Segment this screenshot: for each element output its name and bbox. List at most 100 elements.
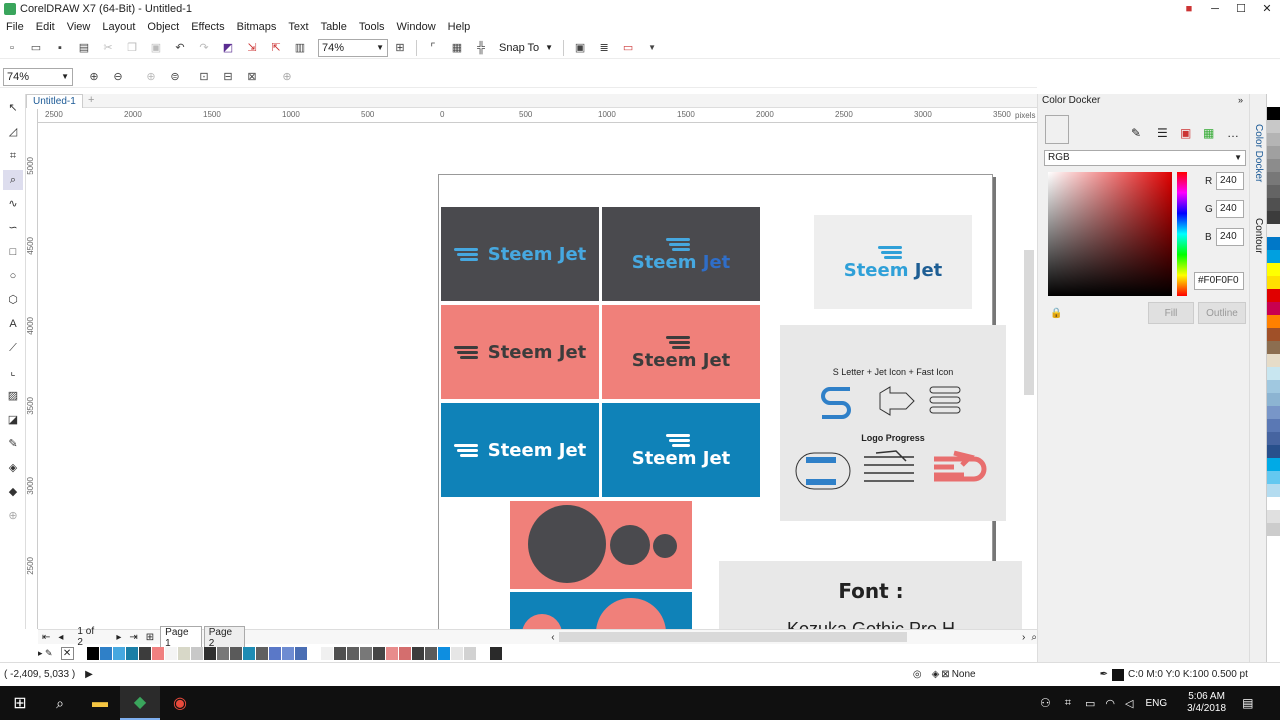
add-page-icon[interactable]: ⊞ [142, 632, 158, 643]
minimize-button[interactable]: ─ [1202, 0, 1228, 18]
file-explorer-icon[interactable]: ▬ [80, 686, 120, 720]
docker-expand-icon[interactable]: » [1238, 95, 1243, 105]
windows-start-icon[interactable]: ⊞ [0, 686, 40, 720]
show-grid-icon[interactable]: ▦ [448, 39, 466, 57]
play-icon[interactable]: ▶ [85, 669, 93, 680]
color-swatch[interactable] [1267, 315, 1280, 328]
color-swatch[interactable] [1267, 224, 1280, 237]
color-swatch[interactable] [1267, 510, 1280, 523]
menu-table[interactable]: Table [315, 21, 353, 33]
artistic-media-icon[interactable]: ∽ [3, 218, 23, 238]
logo-card-pink-1[interactable]: Steem Jet [441, 305, 599, 399]
transparency-icon[interactable]: ◪ [3, 410, 23, 430]
zoom-level-dropdown[interactable]: 74% ▼ [318, 38, 388, 57]
color-sliders-icon[interactable]: ☰ [1157, 126, 1168, 140]
logo-card-light[interactable]: Steem Jet [814, 215, 972, 309]
color-swatch[interactable] [177, 646, 191, 660]
color-model-dropdown[interactable]: RGB ▼ [1044, 150, 1246, 166]
color-swatch[interactable] [255, 646, 269, 660]
eyedropper-icon[interactable]: ✎ [1131, 126, 1141, 140]
color-swatch[interactable] [437, 646, 451, 660]
color-swatch[interactable] [294, 646, 308, 660]
freehand-tool-icon[interactable]: ∿ [3, 194, 23, 214]
color-swatch[interactable] [1267, 289, 1280, 302]
color-swatch[interactable] [1267, 497, 1280, 510]
color-swatch[interactable] [1267, 237, 1280, 250]
open-icon[interactable]: ▭ [27, 39, 45, 57]
horizontal-scrollbar-right-icon[interactable]: › [1022, 632, 1025, 643]
fill-button[interactable]: Fill [1148, 302, 1194, 324]
color-swatch[interactable] [385, 646, 399, 660]
new-tab-icon[interactable]: + [88, 94, 94, 107]
color-swatch[interactable] [125, 646, 139, 660]
show-guidelines-icon[interactable]: ╬ [472, 39, 490, 57]
color-swatch[interactable] [1267, 120, 1280, 133]
ellipse-tool-icon[interactable]: ○ [3, 266, 23, 286]
menu-text[interactable]: Text [282, 21, 314, 33]
color-swatch[interactable] [1267, 380, 1280, 393]
coreldraw-taskbar-icon[interactable]: ◆ [120, 686, 160, 720]
vertical-scrollbar-thumb[interactable] [1024, 250, 1034, 395]
connector-tool-icon[interactable]: ⌞ [3, 362, 23, 382]
color-swatch[interactable] [1267, 458, 1280, 471]
cut-icon[interactable]: ✂ [99, 39, 117, 57]
zoom-level-dropdown-2[interactable]: 74% ▼ [3, 67, 73, 86]
outline-button[interactable]: Outline [1198, 302, 1246, 324]
color-swatch[interactable] [203, 646, 217, 660]
horizontal-scrollbar-left-icon[interactable]: ‹ [551, 632, 554, 643]
interactive-fill-icon[interactable]: ◈ [3, 458, 23, 478]
menu-help[interactable]: Help [442, 21, 477, 33]
color-swatch[interactable] [268, 646, 282, 660]
zoom-page-icon[interactable]: ⊡ [195, 68, 213, 86]
color-palettes-icon[interactable]: ▦ [1203, 126, 1214, 140]
color-swatch[interactable] [307, 646, 321, 660]
search-icon[interactable]: ⌕ [40, 686, 80, 720]
zoom-page-width-icon[interactable]: ⊟ [219, 68, 237, 86]
menu-tools[interactable]: Tools [353, 21, 391, 33]
color-swatch[interactable] [424, 646, 438, 660]
logo-card-dark-2[interactable]: Steem Jet [602, 207, 760, 301]
menu-edit[interactable]: Edit [30, 21, 61, 33]
color-swatch[interactable] [1267, 172, 1280, 185]
color-swatch[interactable] [229, 646, 243, 660]
color-swatch[interactable] [1267, 302, 1280, 315]
color-swatch[interactable] [359, 646, 373, 660]
color-swatch[interactable] [112, 646, 126, 660]
color-swatch[interactable] [333, 646, 347, 660]
font-panel[interactable]: Font : Kozuka Gothic Pro H [719, 561, 1023, 629]
color-swatch[interactable] [1267, 406, 1280, 419]
full-screen-icon[interactable]: ⊞ [391, 39, 409, 57]
paste-icon[interactable]: ▣ [147, 39, 165, 57]
add-icon[interactable]: ⊕ [278, 68, 296, 86]
color-swatch[interactable] [463, 646, 477, 660]
language-indicator[interactable]: ENG [1145, 698, 1167, 709]
first-page-icon[interactable]: ⇤ [38, 632, 54, 643]
crop-tool-icon[interactable]: ⌗ [3, 146, 23, 166]
logo-card-pink-2[interactable]: Steem Jet [602, 305, 760, 399]
notifications-icon[interactable]: ▤ [1242, 696, 1253, 710]
color-swatch[interactable] [281, 646, 295, 660]
drop-shadow-icon[interactable]: ▨ [3, 386, 23, 406]
lock-icon[interactable]: 🔒 [1050, 308, 1062, 319]
volume-icon[interactable]: ◁ [1125, 697, 1133, 710]
color-swatch[interactable] [216, 646, 230, 660]
new-document-icon[interactable]: ▫ [3, 39, 21, 57]
color-swatch[interactable] [1267, 432, 1280, 445]
r-input[interactable]: 240 [1216, 172, 1244, 190]
side-tab-color-docker[interactable]: Color Docker [1253, 124, 1264, 182]
previous-page-icon[interactable]: ◂ [54, 632, 67, 643]
logo-card-blue-2[interactable]: Steem Jet [602, 403, 760, 497]
color-swatch[interactable] [1267, 263, 1280, 276]
color-swatch[interactable] [1267, 133, 1280, 146]
more-options-icon[interactable]: … [1227, 126, 1239, 140]
drawing-canvas[interactable]: Steem Jet Steem Jet Steem Jet Steem Jet … [38, 124, 1036, 629]
rectangle-tool-icon[interactable]: □ [3, 242, 23, 262]
color-swatch[interactable] [1267, 94, 1280, 107]
logo-circles-panel-blue[interactable] [510, 592, 692, 629]
logo-card-blue-1[interactable]: Steem Jet [441, 403, 599, 497]
logo-components-panel[interactable]: S Letter + Jet Icon + Fast Icon Logo Pro… [780, 325, 1006, 521]
chevron-down-icon[interactable]: ▼ [643, 39, 661, 57]
g-input[interactable]: 240 [1216, 200, 1244, 218]
color-eyedropper-icon[interactable]: ✎ [3, 434, 23, 454]
add-tool-icon[interactable]: ⊕ [3, 506, 23, 526]
